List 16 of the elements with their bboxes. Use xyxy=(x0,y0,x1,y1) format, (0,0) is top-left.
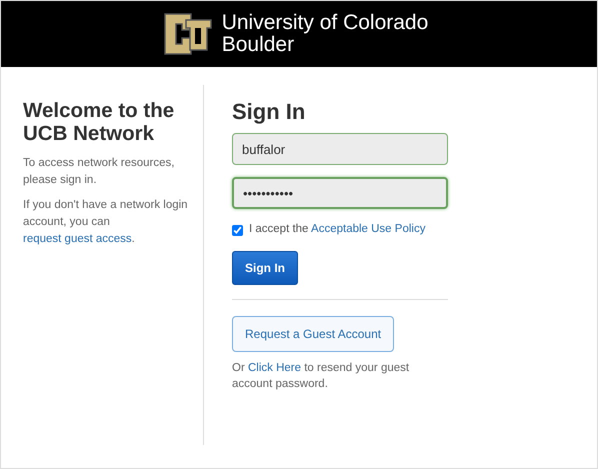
guest-text: If you don't have a network login account, you can request guest access. xyxy=(23,198,189,247)
click-here-link[interactable]: Click Here xyxy=(248,362,302,374)
university-name: University of Colorado xyxy=(222,12,428,34)
accept-checkbox[interactable] xyxy=(232,224,243,236)
sign-in-heading: Sign In xyxy=(232,99,306,126)
username-field[interactable]: buffalor xyxy=(232,133,448,166)
intro-text: To access network resources, please sign in. xyxy=(23,156,176,188)
sign-in-button[interactable]: Sign In xyxy=(232,250,298,285)
resend-text: Or Click Here to resend your guest account password. xyxy=(232,360,410,392)
welcome-heading: Welcome to the UCB Network xyxy=(23,99,176,145)
password-field[interactable]: ••••••••••• xyxy=(232,177,448,210)
guest-account-button[interactable]: Request a Guest Account xyxy=(232,316,394,352)
university-name: Boulder xyxy=(222,34,294,56)
accept-text: I accept the Acceptable Use Policy xyxy=(249,222,426,238)
request-guest-link[interactable]: request guest access xyxy=(23,233,132,245)
policy-link[interactable]: Acceptable Use Policy xyxy=(311,223,426,236)
